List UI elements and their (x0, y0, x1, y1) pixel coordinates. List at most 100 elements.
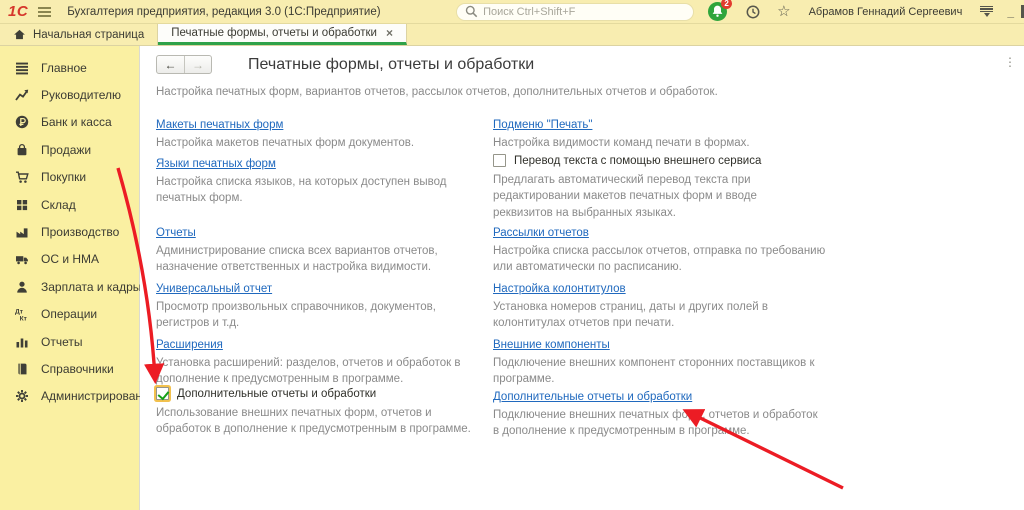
settings-grid: Макеты печатных форм Настройка макетов п… (156, 115, 1024, 440)
svg-text:Кт: Кт (20, 316, 28, 322)
tab-label: Начальная страница (33, 29, 144, 41)
notification-badge: 2 (721, 0, 732, 9)
history-icon (745, 4, 761, 20)
link-podmenu-pechat[interactable]: Подменю "Печать" (493, 119, 592, 131)
sidebar-item-pokupki[interactable]: Покупки (0, 164, 139, 191)
gear-icon (14, 389, 30, 403)
star-icon: ☆ (777, 4, 790, 19)
link-nastroika-kolontitulov[interactable]: Настройка колонтитулов (493, 283, 626, 295)
menu-lines-icon (14, 61, 30, 75)
settings-page: ← → Печатные формы, отчеты и обработки ⋮… (140, 46, 1024, 510)
setting-item: Расширения Установка расширений: раздело… (156, 335, 478, 387)
page-title: Печатные формы, отчеты и обработки (248, 56, 534, 74)
setting-description: Использование внешних печатных форм, отч… (156, 405, 478, 438)
checkbox-label[interactable]: Дополнительные отчеты и обработки (177, 388, 376, 400)
person-icon (14, 280, 30, 294)
sidebar-item-glavnoe[interactable]: Главное (0, 54, 139, 81)
setting-description: Настройка списка рассылок отчетов, отпра… (493, 243, 826, 276)
1c-application-window: 1С Бухгалтерия предприятия, редакция 3.0… (0, 0, 1024, 510)
setting-item: Языки печатных форм Настройка списка язы… (156, 154, 478, 223)
link-yazyki-pechatnykh-form[interactable]: Языки печатных форм (156, 158, 276, 170)
forward-button[interactable]: → (184, 56, 211, 73)
bar-chart-icon (14, 335, 30, 349)
setting-description: Администрирование списка всех вариантов … (156, 243, 478, 276)
tab-home-page[interactable]: Начальная страница (0, 24, 158, 45)
setting-description: Подключение внешних печатных форм, отчет… (493, 407, 826, 440)
setting-item: Дополнительные отчеты и обработки Исполь… (156, 387, 478, 440)
notifications-button[interactable]: 2 (708, 2, 727, 21)
user-name[interactable]: Абрамов Геннадий Сергеевич (809, 6, 963, 18)
link-rassylki-otchetov[interactable]: Рассылки отчетов (493, 227, 589, 239)
favorites-button[interactable]: ☆ (777, 4, 790, 19)
close-tab-icon[interactable]: × (386, 26, 393, 40)
setting-item: Универсальный отчет Просмотр произвольны… (156, 279, 478, 335)
factory-icon (14, 225, 30, 239)
setting-item: Дополнительные отчеты и обработки Подклю… (493, 387, 826, 440)
grid-squares-icon (14, 198, 30, 212)
dt-kt-icon: ДтКт (14, 307, 30, 321)
link-dopolnitelnye-otchety-i-obrabotki[interactable]: Дополнительные отчеты и обработки (493, 391, 692, 403)
sidebar-item-administrirovanie[interactable]: Администрирование (0, 383, 139, 410)
sidebar-item-rukovoditelyu[interactable]: Руководителю (0, 81, 139, 108)
setting-item: Отчеты Администрирование списка всех вар… (156, 223, 478, 279)
sidebar-item-os-i-nma[interactable]: ОС и НМА (0, 246, 139, 273)
setting-description: Просмотр произвольных справочников, доку… (156, 299, 478, 332)
checkbox-label[interactable]: Перевод текста с помощью внешнего сервис… (514, 155, 761, 167)
main-menu-icon[interactable] (38, 7, 51, 17)
checkbox-icon[interactable] (493, 154, 506, 167)
truck-icon (14, 252, 30, 266)
tab-print-forms[interactable]: Печатные формы, отчеты и обработки × (158, 24, 407, 45)
checkbox-perevod-teksta[interactable]: Перевод текста с помощью внешнего сервис… (493, 154, 826, 167)
setting-item: Перевод текста с помощью внешнего сервис… (493, 154, 826, 223)
bag-icon (14, 143, 30, 157)
navigation-buttons: ← → (156, 55, 212, 74)
window-title: Бухгалтерия предприятия, редакция 3.0 (1… (67, 6, 380, 18)
sidebar-item-spravochniki[interactable]: Справочники (0, 355, 139, 382)
setting-description: Подключение внешних компонент сторонних … (493, 355, 826, 388)
page-subtitle: Настройка печатных форм, вариантов отчет… (156, 86, 1024, 98)
book-icon (14, 362, 30, 376)
sidebar-item-otchety[interactable]: Отчеты (0, 328, 139, 355)
global-search[interactable] (456, 3, 694, 21)
history-button[interactable] (745, 4, 761, 20)
tab-label: Печатные формы, отчеты и обработки (171, 27, 377, 39)
svg-text:Дт: Дт (15, 309, 24, 316)
sidebar-item-operacii[interactable]: ДтКт Операции (0, 301, 139, 328)
service-menu-icon[interactable] (980, 6, 993, 18)
link-makety-pechatnykh-form[interactable]: Макеты печатных форм (156, 119, 283, 131)
setting-item: Настройка колонтитулов Установка номеров… (493, 279, 826, 335)
ruble-coin-icon (14, 115, 30, 129)
setting-description: Настройка видимости команд печати в форм… (493, 135, 826, 151)
setting-description: Установка номеров страниц, даты и других… (493, 299, 826, 332)
setting-description: Предлагать автоматический перевод текста… (493, 172, 798, 221)
setting-item: Подменю "Печать" Настройка видимости ком… (493, 115, 826, 154)
sidebar-item-proizvodstvo[interactable]: Производство (0, 218, 139, 245)
link-vneshnie-komponenty[interactable]: Внешние компоненты (493, 339, 610, 351)
minimize-button[interactable]: _ (1007, 5, 1014, 19)
sidebar-item-bank-i-kassa[interactable]: Банк и касса (0, 109, 139, 136)
search-input[interactable] (483, 6, 685, 18)
home-icon (13, 28, 26, 41)
search-icon (465, 5, 478, 18)
setting-description: Установка расширений: разделов, отчетов … (156, 355, 478, 388)
link-universalnyi-otchet[interactable]: Универсальный отчет (156, 283, 272, 295)
setting-description: Настройка списка языков, на которых дост… (156, 174, 478, 207)
tab-bar: Начальная страница Печатные формы, отчет… (0, 24, 1024, 46)
setting-item: Макеты печатных форм Настройка макетов п… (156, 115, 478, 154)
setting-item: Рассылки отчетов Настройка списка рассыл… (493, 223, 826, 279)
section-panel: Главное Руководителю Банк и касса Продаж… (0, 46, 140, 510)
setting-item: Внешние компоненты Подключение внешних к… (493, 335, 826, 387)
sidebar-item-zarplata-i-kadry[interactable]: Зарплата и кадры (0, 273, 139, 300)
link-rasshireniya[interactable]: Расширения (156, 339, 223, 351)
sidebar-item-prodazhi[interactable]: Продажи (0, 136, 139, 163)
chart-trend-icon (14, 88, 30, 102)
more-menu-icon[interactable]: ⋮ (1004, 59, 1016, 66)
link-otchety[interactable]: Отчеты (156, 227, 196, 239)
checkbox-icon[interactable] (156, 387, 169, 400)
sidebar-item-sklad[interactable]: Склад (0, 191, 139, 218)
setting-description: Настройка макетов печатных форм документ… (156, 135, 478, 151)
1c-logo: 1С (8, 4, 28, 19)
cart-icon (14, 170, 30, 184)
back-button[interactable]: ← (157, 56, 184, 73)
checkbox-dopolnitelnye-otchety[interactable]: Дополнительные отчеты и обработки (156, 387, 478, 400)
